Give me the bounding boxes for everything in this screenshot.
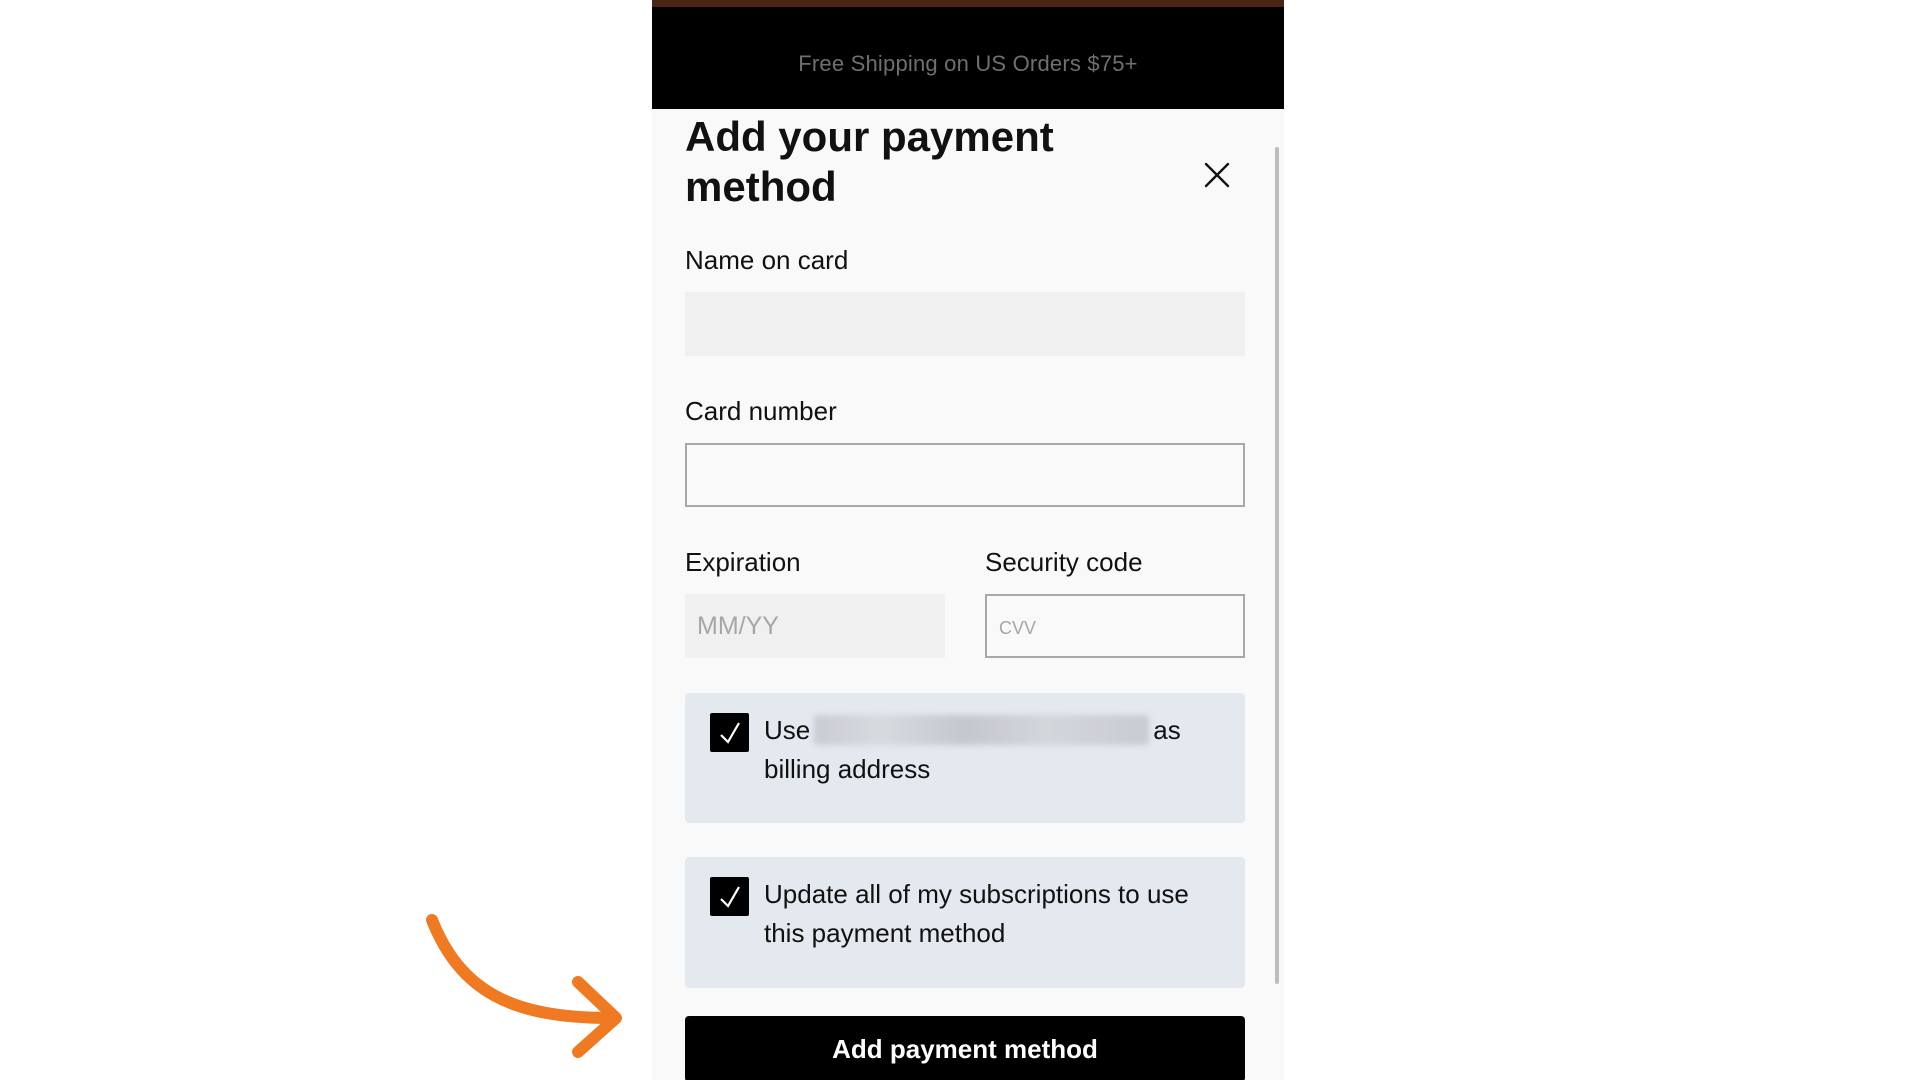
billing-address-option: Use as billing address [685, 693, 1245, 823]
update-subscriptions-option: Update all of my subscriptions to use th… [685, 857, 1245, 988]
checkmark-icon [720, 722, 740, 744]
card-number-label: Card number [685, 396, 837, 426]
update-subscriptions-text: Update all of my subscriptions to use th… [764, 879, 1189, 948]
billing-address-prefix: Use [764, 715, 811, 745]
checkmark-icon [720, 886, 740, 908]
card-number-input[interactable] [685, 443, 1245, 507]
close-icon [1204, 162, 1230, 188]
expiration-input[interactable] [685, 594, 945, 658]
curved-arrow-icon [426, 914, 622, 1058]
billing-address-text: Use as billing address [764, 711, 1224, 789]
dialog-title: Add your payment method [685, 113, 1054, 210]
security-code-label: Security code [985, 547, 1143, 577]
close-button[interactable] [1200, 158, 1234, 192]
expiration-label: Expiration [685, 547, 801, 577]
promo-banner-text: Free Shipping on US Orders $75+ [798, 51, 1138, 76]
checkout-panel: Free Shipping on US Orders $75+ Add your… [652, 0, 1284, 1080]
screenshot-stage: Free Shipping on US Orders $75+ Add your… [0, 0, 1920, 1080]
name-on-card-input[interactable] [685, 292, 1245, 356]
billing-address-checkbox[interactable] [710, 713, 749, 752]
add-payment-method-button[interactable]: Add payment method [685, 1016, 1245, 1080]
redacted-address [814, 715, 1150, 745]
update-subscriptions-checkbox[interactable] [710, 877, 749, 916]
scrollbar[interactable] [1275, 147, 1279, 984]
security-code-input[interactable] [985, 594, 1245, 658]
name-on-card-label: Name on card [685, 245, 849, 275]
promo-banner: Free Shipping on US Orders $75+ [652, 0, 1284, 109]
